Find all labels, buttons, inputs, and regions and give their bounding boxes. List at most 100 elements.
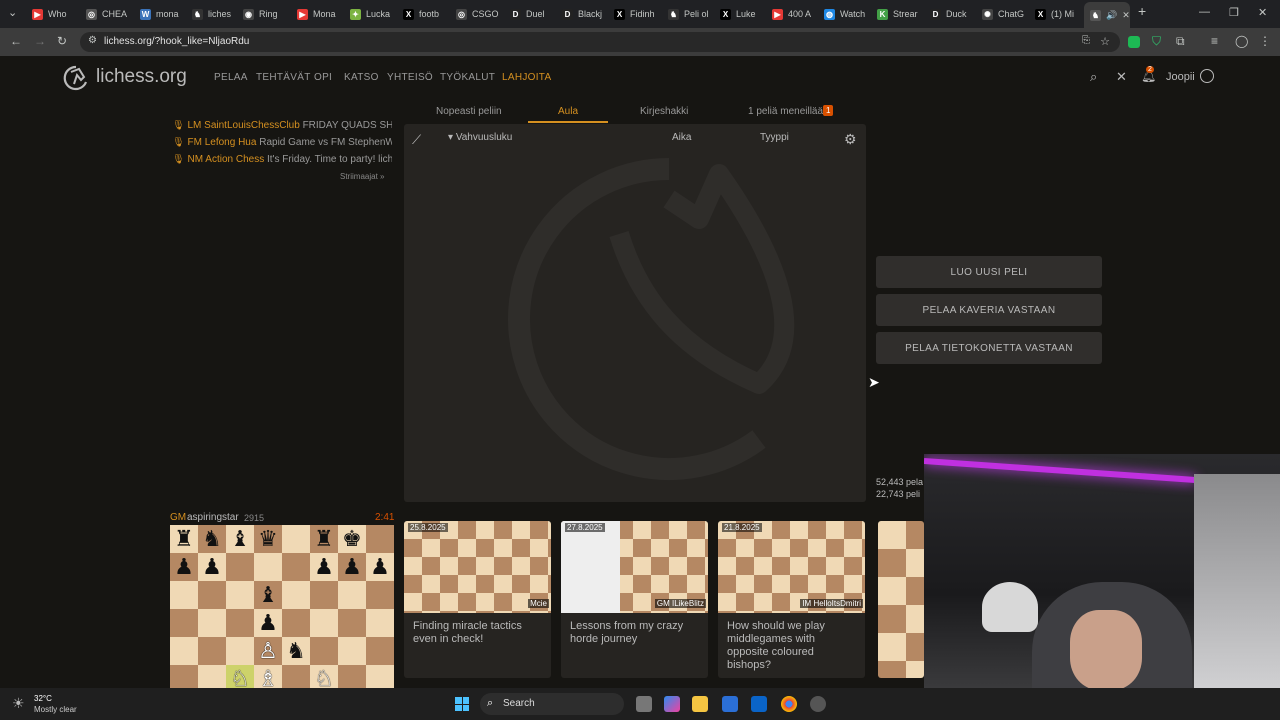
browser-tab[interactable]: ◉ Ring [243, 4, 291, 24]
board-square[interactable] [366, 665, 394, 688]
browser-tab[interactable]: ◎ CHEA [86, 4, 134, 24]
search-icon[interactable]: ⌕ [1090, 69, 1097, 85]
tab-active[interactable]: ♞ 🔊 ✕ [1084, 2, 1130, 28]
chess-piece-icon[interactable]: ♟ [170, 553, 198, 581]
close-window-icon[interactable]: ✕ [1258, 6, 1267, 19]
blog-card[interactable]: 27.8.2025 GM ILikeBlitz Lessons from my cr… [561, 521, 708, 678]
browser-tab[interactable]: X Fidinh [614, 4, 662, 24]
browser-tab[interactable]: ♞ Peli ol [668, 4, 716, 24]
outlook-icon[interactable] [751, 696, 767, 712]
board-square[interactable] [366, 637, 394, 665]
board-square[interactable] [338, 665, 366, 688]
play-computer-button[interactable]: PELAA TIETOKONETTA VASTAAN [876, 332, 1102, 364]
board-square[interactable] [366, 581, 394, 609]
chess-piece-icon[interactable]: ♟ [338, 553, 366, 581]
site-info-icon[interactable]: ⚙ [88, 35, 97, 46]
chess-piece-icon[interactable]: ♛ [254, 525, 282, 553]
file-explorer-icon[interactable] [692, 696, 708, 712]
play-friend-button[interactable]: PELAA KAVERIA VASTAAN [876, 294, 1102, 326]
nav-puzzles[interactable]: TEHTÄVÄT [256, 72, 311, 83]
tab-close-icon[interactable]: ✕ [1122, 10, 1130, 21]
gear-icon[interactable]: ⚙ [844, 131, 857, 148]
browser-tab[interactable]: D Blackj [562, 4, 610, 24]
install-app-icon[interactable]: ⎘ [1082, 35, 1090, 46]
board-square[interactable] [282, 525, 310, 553]
browser-tab[interactable]: D Duck [930, 4, 978, 24]
nav-play[interactable]: PELAA [214, 72, 248, 83]
chess-piece-icon[interactable]: ♟ [254, 609, 282, 637]
board-square[interactable] [310, 637, 338, 665]
browser-tab[interactable]: X Luke [720, 4, 768, 24]
chess-piece-icon[interactable]: ♞ [282, 637, 310, 665]
board-square[interactable] [170, 665, 198, 688]
board-square[interactable] [310, 581, 338, 609]
chess-piece-icon[interactable]: ♝ [254, 581, 282, 609]
lichess-logo-icon[interactable] [62, 64, 90, 92]
weather-icon[interactable]: ☀ [12, 695, 25, 712]
board-square[interactable] [198, 665, 226, 688]
board-square[interactable] [254, 553, 282, 581]
board-square[interactable] [170, 609, 198, 637]
browser-tab[interactable]: K Strear [877, 4, 925, 24]
username[interactable]: Joopii [1166, 71, 1195, 83]
tab-search-icon[interactable]: ⌄ [8, 6, 17, 19]
media-control-icon[interactable]: ≡ [1211, 34, 1218, 48]
browser-tab[interactable]: ✦ Lucka [350, 4, 398, 24]
extension-icon[interactable] [1128, 36, 1140, 48]
nav-watch[interactable]: KATSO [344, 72, 379, 83]
chart-toggle-icon[interactable]: ⟋ [412, 132, 421, 148]
blog-card[interactable]: 25.8.2025 Mcie Finding miracle tactics eve… [404, 521, 551, 678]
taskbar-search-box[interactable]: ⌕ Search [480, 693, 624, 715]
address-bar[interactable]: ⚙ lichess.org/?hook_like=NljaoRdu ⎘ ☆ [80, 32, 1120, 52]
chrome-icon[interactable] [781, 696, 797, 712]
windows-start-icon[interactable] [455, 697, 469, 711]
chess-piece-icon[interactable]: ♜ [170, 525, 198, 553]
board-square[interactable] [170, 581, 198, 609]
task-view-icon[interactable] [636, 696, 652, 712]
chess-piece-icon[interactable]: ♞ [198, 525, 226, 553]
browser-tab[interactable]: D Duel [510, 4, 558, 24]
maximize-icon[interactable]: ❐ [1229, 6, 1239, 19]
chess-piece-icon[interactable]: ♚ [338, 525, 366, 553]
browser-tab[interactable]: ◍ Watch [824, 4, 872, 24]
tab-correspondence[interactable]: Kirjeshakki [640, 106, 688, 117]
nav-community[interactable]: YHTEISÖ [387, 72, 433, 83]
chess-piece-icon[interactable]: ♙ [254, 637, 282, 665]
chess-piece-icon[interactable]: ♟ [310, 553, 338, 581]
browser-tab[interactable]: ▶ 400 A [772, 4, 820, 24]
board-square[interactable] [198, 637, 226, 665]
nav-learn[interactable]: OPI [314, 72, 332, 83]
shield-extension-icon[interactable]: ⛉ [1152, 34, 1161, 49]
forward-icon[interactable]: → [34, 34, 46, 48]
chess-piece-icon[interactable]: ♘ [310, 665, 338, 689]
minimize-icon[interactable]: — [1199, 6, 1210, 18]
board-square[interactable] [282, 665, 310, 688]
copilot-icon[interactable] [664, 696, 680, 712]
chess-piece-icon[interactable]: ♜ [310, 525, 338, 553]
streamer-item[interactable]: 🎙︎ NM Action Chess It's Friday. Time to … [172, 154, 392, 165]
board-square[interactable] [282, 609, 310, 637]
logo-text[interactable]: lichess.org [96, 66, 187, 88]
browser-tab[interactable]: ▶ Mona [297, 4, 345, 24]
tab-games-in-play[interactable]: 1 peliä meneillään [748, 106, 829, 117]
menu-kebab-icon[interactable]: ⋮ [1259, 34, 1271, 48]
board-square[interactable] [338, 609, 366, 637]
browser-tab[interactable]: Xfootb [403, 4, 451, 24]
browser-tab[interactable]: ✺ ChatG [982, 4, 1030, 24]
tab-quick-pairing[interactable]: Nopeasti peliin [436, 106, 502, 117]
browser-tab[interactable]: ♞ liches [192, 4, 240, 24]
user-avatar-icon[interactable] [1200, 69, 1214, 83]
streamer-item[interactable]: 🎙︎ FM Lefong Hua Rapid Game vs FM Stephe… [172, 137, 392, 148]
steam-icon[interactable] [810, 696, 826, 712]
nav-tools[interactable]: TYÖKALUT [440, 72, 495, 83]
chess-piece-icon[interactable]: ♟ [366, 553, 394, 581]
board-square[interactable] [170, 637, 198, 665]
extensions-puzzle-icon[interactable]: ⧉ [1176, 34, 1185, 49]
board-square[interactable] [226, 553, 254, 581]
bookmark-star-icon[interactable]: ☆ [1100, 35, 1110, 48]
streamer-item[interactable]: 🎙︎ LM SaintLouisChessClub FRIDAY QUADS S… [172, 120, 392, 131]
board-square[interactable] [366, 609, 394, 637]
reload-icon[interactable]: ↻ [57, 34, 67, 48]
store-icon[interactable] [722, 696, 738, 712]
board-square[interactable] [282, 553, 310, 581]
